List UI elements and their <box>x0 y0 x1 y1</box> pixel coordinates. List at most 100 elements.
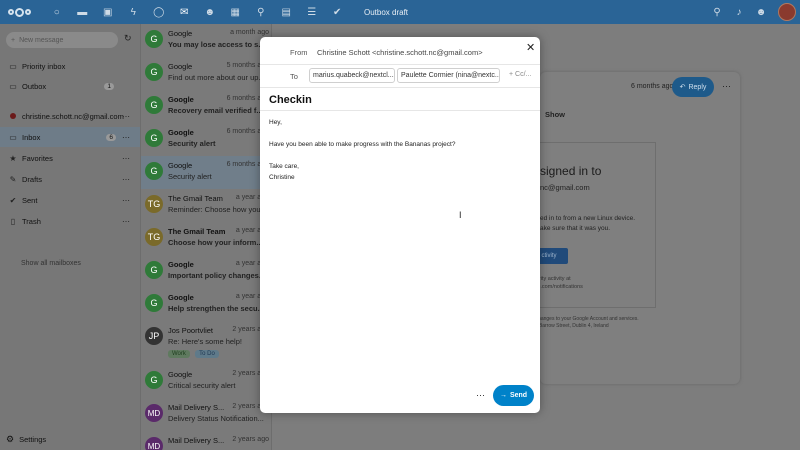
sidebar-item-label: Drafts <box>22 174 43 184</box>
nextcloud-logo[interactable] <box>4 0 34 24</box>
message-list: G Google a month ago You may lose access… <box>140 24 273 450</box>
mail-icon[interactable]: ✉ <box>172 0 198 24</box>
body-text[interactable]: Christine <box>269 174 295 181</box>
photos-icon[interactable]: ▣ <box>95 0 121 24</box>
sidebar-item-trash[interactable]: ▯ Trash ⋯ <box>0 211 140 231</box>
subject: Re: Here's some help! <box>168 337 242 346</box>
tasks-icon[interactable]: ☰ <box>299 0 325 24</box>
reply-button[interactable]: ↶ Reply <box>672 77 714 97</box>
alert-heading: signed in to <box>540 164 602 178</box>
settings-button[interactable]: ⚙ Settings <box>6 434 46 445</box>
sender: Google <box>168 293 194 302</box>
sidebar: + New message ↻ ▭ Priority inbox ▭ Outbo… <box>0 24 140 450</box>
count-badge: 1 <box>104 82 114 90</box>
more-icon[interactable]: ⋯ <box>122 112 130 121</box>
activity-icon[interactable]: ϟ <box>121 0 147 24</box>
avatar: G <box>145 96 163 114</box>
talk-icon[interactable]: ◯ <box>146 0 172 24</box>
page-title: Outbox draft <box>364 7 409 17</box>
send-arrow-icon: → <box>499 392 507 399</box>
tag-todo[interactable]: To Do <box>195 350 219 358</box>
list-item[interactable]: TG The Gmail Team a year ago Reminder: C… <box>141 189 273 222</box>
list-item[interactable]: G Google 6 months ago Recovery email ver… <box>141 90 273 123</box>
list-item[interactable]: MD Mail Delivery S... 2 years ago <box>141 431 273 450</box>
send-label: Send <box>509 392 528 399</box>
alert-text: ake sure that it was you. <box>540 225 611 232</box>
avatar: TG <box>145 195 163 213</box>
check-icon: ✔ <box>9 195 17 205</box>
dashboard-icon[interactable]: ○ <box>44 0 70 24</box>
more-icon[interactable]: ⋯ <box>122 154 130 163</box>
sidebar-item-label: christine.schott.nc@gmail.com <box>22 111 124 121</box>
sidebar-item-sent[interactable]: ✔ Sent ⋯ <box>0 190 140 210</box>
recipient-chip[interactable]: marius.quabeck@nextcl... <box>309 68 395 83</box>
sender: Google <box>168 128 194 137</box>
subject: Choose how your inform... <box>168 238 263 247</box>
maps-icon[interactable]: ⚲ <box>248 0 274 24</box>
list-item[interactable]: JP Jos Poortvliet 2 years ago Re: Here's… <box>141 321 273 365</box>
sender: Google <box>168 370 193 379</box>
avatar: JP <box>145 327 163 345</box>
cc-bcc-button[interactable]: + Cc/... <box>509 71 531 78</box>
deck-icon[interactable]: ▤ <box>274 0 300 24</box>
search-icon[interactable]: ⚲ <box>706 7 728 18</box>
new-message-label: New message <box>19 36 64 44</box>
sender: Jos Poortvliet <box>168 326 214 335</box>
tag-work[interactable]: Work <box>168 350 190 358</box>
subject: Critical security alert <box>168 381 236 390</box>
sidebar-item-drafts[interactable]: ✎ Drafts ⋯ <box>0 169 140 189</box>
list-item[interactable]: G Google 2 years ago Critical security a… <box>141 365 273 398</box>
subject: Help strengthen the secu... <box>168 304 264 313</box>
contacts-icon[interactable]: ☻ <box>197 0 223 24</box>
text-cursor-icon: I <box>459 210 462 220</box>
list-item[interactable]: G Google 6 months ago Security alert <box>141 123 273 156</box>
subject-field[interactable]: Checkin <box>269 94 312 106</box>
inbox-icon: ▭ <box>9 61 17 71</box>
files-icon[interactable]: ▬ <box>70 0 96 24</box>
sidebar-item-favorites[interactable]: ★ Favorites ⋯ <box>0 148 140 168</box>
from-select[interactable]: Christine Schott <christine.schott.nc@gm… <box>317 48 483 57</box>
plus-icon: + <box>11 36 16 44</box>
sender: Mail Delivery S... <box>168 436 225 445</box>
avatar: G <box>145 162 163 180</box>
star-icon: ★ <box>9 153 17 163</box>
contacts-menu-icon[interactable]: ☻ <box>750 7 772 18</box>
gear-icon: ⚙ <box>6 434 15 444</box>
avatar: G <box>145 30 163 48</box>
show-images-button[interactable]: Show <box>540 106 570 122</box>
send-button[interactable]: → Send <box>493 385 534 406</box>
show-all-mailboxes-link[interactable]: Show all mailboxes <box>21 260 81 267</box>
recipient-chip[interactable]: Paulette Cormier (nina@nextc... <box>397 68 500 83</box>
calendar-icon[interactable]: ▦ <box>223 0 249 24</box>
list-item[interactable]: G Google a year ago Help strengthen the … <box>141 288 273 321</box>
more-icon[interactable]: ⋯ <box>122 133 130 142</box>
more-icon[interactable]: ⋯ <box>122 196 130 205</box>
list-item[interactable]: MD Mail Delivery S... 2 years ago Delive… <box>141 398 273 431</box>
sidebar-item-priority-inbox[interactable]: ▭ Priority inbox <box>0 56 140 76</box>
sidebar-item-account[interactable]: christine.schott.nc@gmail.com ⋯ <box>0 106 140 126</box>
body-text[interactable]: Take care, <box>269 163 299 170</box>
divider <box>260 87 540 88</box>
body-text[interactable]: Hey, <box>269 119 282 126</box>
list-item[interactable]: G Google a month ago You may lose access… <box>141 24 273 57</box>
body-text[interactable]: Have you been able to make progress with… <box>269 141 455 148</box>
list-item[interactable]: G Google 6 months ago Security alert <box>141 156 273 189</box>
more-options-icon[interactable]: ⋯ <box>476 390 485 401</box>
sidebar-item-outbox[interactable]: ▭ Outbox 1 <box>0 76 140 96</box>
pencil-icon: ✎ <box>9 174 17 184</box>
list-item[interactable]: G Google 5 months ago Find out more abou… <box>141 57 273 90</box>
refresh-icon[interactable]: ↻ <box>124 33 132 44</box>
sidebar-item-inbox[interactable]: ▭ Inbox 6 ⋯ <box>0 127 140 147</box>
notifications-icon[interactable]: ♪ <box>728 7 750 18</box>
list-item[interactable]: G Google a year ago Important policy cha… <box>141 255 273 288</box>
more-icon[interactable]: ⋯ <box>122 175 130 184</box>
close-icon[interactable]: ✕ <box>526 41 535 54</box>
list-item[interactable]: TG The Gmail Team a year ago Choose how … <box>141 222 273 255</box>
more-icon[interactable]: ⋯ <box>122 217 130 226</box>
new-message-button[interactable]: + New message <box>6 32 118 48</box>
from-label: From <box>290 48 308 57</box>
sender: Google <box>168 161 193 170</box>
more-icon[interactable]: ⋯ <box>722 81 731 92</box>
user-avatar[interactable] <box>778 3 796 21</box>
notes-icon[interactable]: ✔ <box>325 0 351 24</box>
